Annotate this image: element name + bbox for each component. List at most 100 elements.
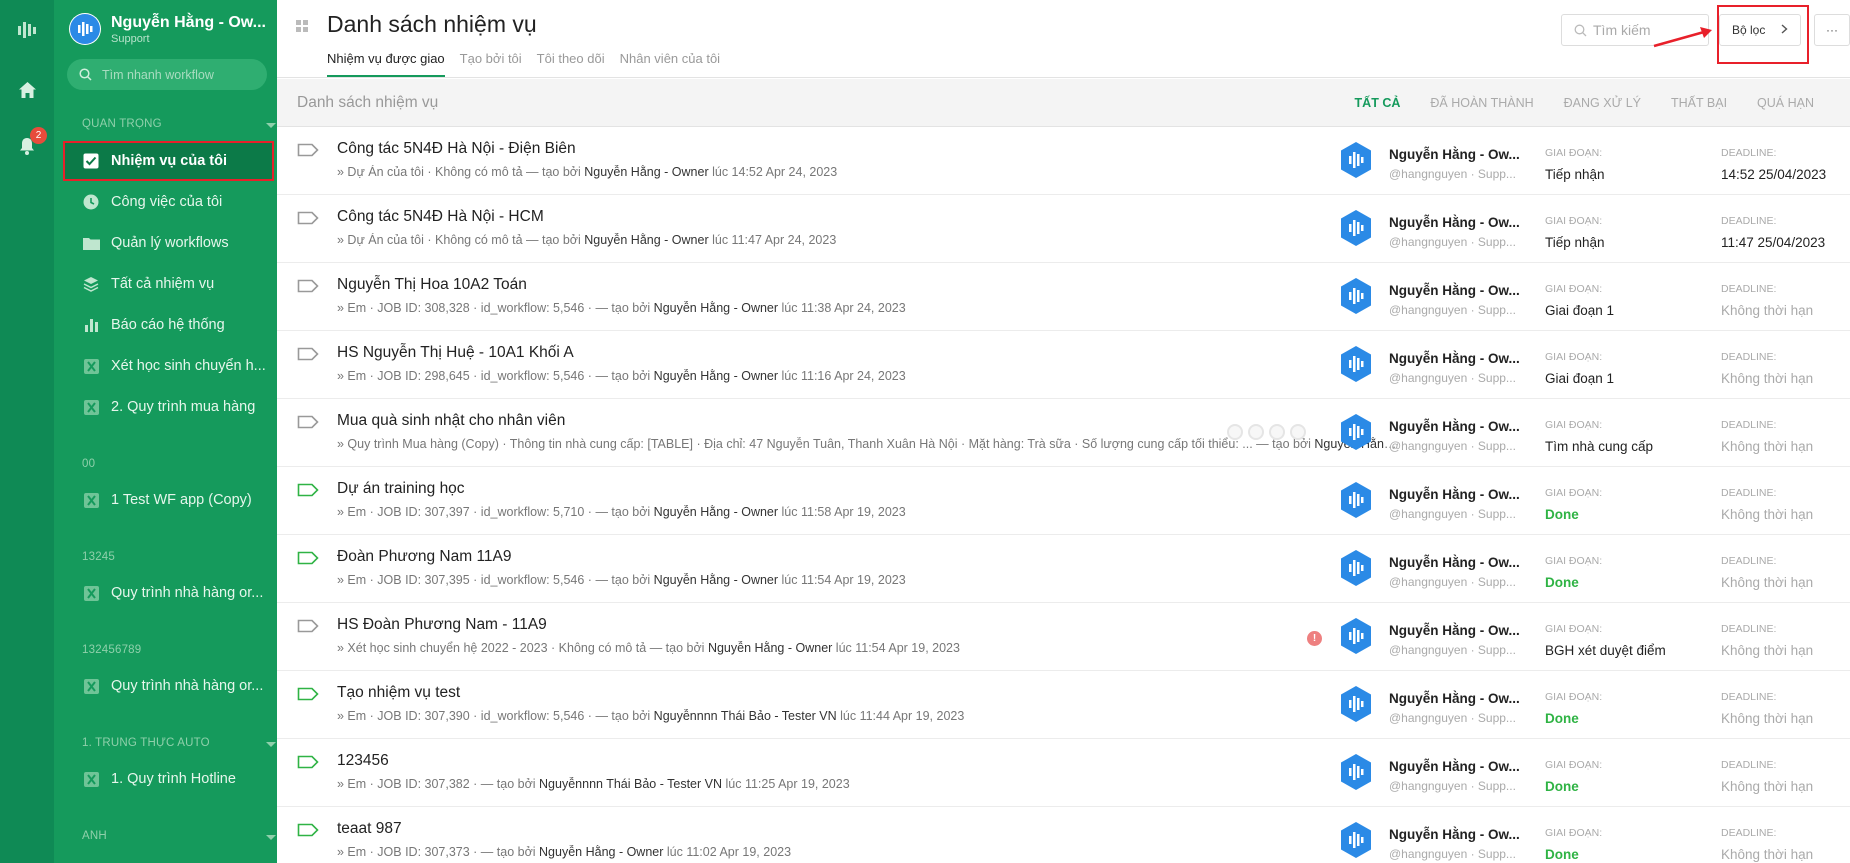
more-button[interactable]: ··· xyxy=(1814,14,1850,46)
stage-value: BGH xét duyệt điểm xyxy=(1545,643,1666,658)
list-title: Danh sách nhiệm vụ xyxy=(297,94,439,111)
app-logo-icon[interactable] xyxy=(0,18,54,42)
task-title[interactable]: HS Đoàn Phương Nam - 11A9 xyxy=(337,616,547,634)
assignee-avatar-icon[interactable] xyxy=(1339,617,1373,660)
home-icon[interactable] xyxy=(0,78,54,102)
status-tab-failed[interactable]: THẤT BẠI xyxy=(1671,96,1727,110)
tab-created-by-me[interactable]: Tạo bởi tôi xyxy=(460,51,522,77)
task-time: lúc 11:25 Apr 19, 2023 xyxy=(722,777,850,791)
sidebar-item-reports[interactable]: Báo cáo hệ thống xyxy=(82,313,268,337)
task-title[interactable]: Tạo nhiệm vụ test xyxy=(337,684,460,702)
stage-value: Done xyxy=(1545,575,1579,590)
clock-icon xyxy=(82,193,100,211)
chevron-down-icon[interactable] xyxy=(266,742,276,747)
assignee-avatar-icon[interactable] xyxy=(1339,141,1373,184)
task-meta: » Xét học sinh chuyển hệ 2022 - 2023 · K… xyxy=(337,641,1397,655)
task-title[interactable]: 123456 xyxy=(337,752,389,770)
sidebar-item-workflows[interactable]: Quản lý workflows xyxy=(82,231,268,255)
task-row[interactable]: HS Nguyễn Thị Huệ - 10A1 Khối A » Em · JO… xyxy=(277,331,1850,399)
assignee-avatar-icon[interactable] xyxy=(1339,481,1373,524)
status-tab-all[interactable]: TẤT CẢ xyxy=(1355,96,1401,110)
assignee-avatar-icon[interactable] xyxy=(1339,277,1373,320)
status-tab-overdue[interactable]: QUÁ HẠN xyxy=(1757,96,1814,110)
assignee-avatar-icon[interactable] xyxy=(1339,821,1373,863)
status-tab-processing[interactable]: ĐANG XỬ LÝ xyxy=(1564,96,1641,110)
assignee-name: Nguyễn Hằng - Ow... xyxy=(1389,691,1520,706)
sidebar-item-test-wf[interactable]: 1 Test WF app (Copy) xyxy=(82,488,268,512)
task-title[interactable]: teaat 987 xyxy=(337,820,402,838)
task-title[interactable]: Mua quà sinh nhật cho nhân viên xyxy=(337,412,565,430)
assignee-avatar-icon[interactable] xyxy=(1339,345,1373,388)
warning-icon[interactable]: ! xyxy=(1307,631,1322,646)
task-row[interactable]: 123456 » Em · JOB ID: 307,382 · — tạo bởi… xyxy=(277,739,1850,807)
task-row[interactable]: HS Đoàn Phương Nam - 11A9 » Xét học sinh … xyxy=(277,603,1850,671)
task-row[interactable]: Mua quà sinh nhật cho nhân viên » Quy trì… xyxy=(277,399,1850,467)
org-switcher[interactable]: Nguyễn Hằng - Ow... Support xyxy=(69,13,266,45)
loading-dot xyxy=(1248,424,1264,440)
assignee-avatar-icon[interactable] xyxy=(1339,549,1373,592)
tab-assigned[interactable]: Nhiệm vụ được giao xyxy=(327,51,445,77)
view-tabs: Nhiệm vụ được giao Tạo bởi tôi Tôi theo … xyxy=(327,51,735,77)
task-row[interactable]: teaat 987 » Em · JOB ID: 307,373 · — tạo … xyxy=(277,807,1850,863)
workflow-search-input[interactable]: Tìm nhanh workflow xyxy=(67,59,267,90)
assignee-handle: @hangnguyen · Supp... xyxy=(1389,371,1516,385)
chevron-down-icon[interactable] xyxy=(266,835,276,840)
sidebar-item-all-tasks[interactable]: Tất cả nhiệm vụ xyxy=(82,272,268,296)
task-creator: Nguyễn Hằng - Owner xyxy=(653,301,779,315)
search-icon xyxy=(79,68,92,81)
status-tabs: TẤT CẢ ĐÃ HOÀN THÀNH ĐANG XỬ LÝ THẤT BẠI… xyxy=(1325,96,1814,110)
task-title[interactable]: Công tác 5N4Đ Hà Nội - Điện Biên xyxy=(337,140,576,158)
task-row[interactable]: Tạo nhiệm vụ test » Em · JOB ID: 307,390 … xyxy=(277,671,1850,739)
assignee-avatar-icon[interactable] xyxy=(1339,413,1373,456)
tag-icon xyxy=(297,143,319,162)
assignee-avatar-icon[interactable] xyxy=(1339,753,1373,796)
page-title: Danh sách nhiệm vụ xyxy=(327,11,537,37)
section-anh-label: ANH xyxy=(82,830,107,842)
section-00-label: 00 xyxy=(82,458,96,470)
task-title[interactable]: Đoàn Phương Nam 11A9 xyxy=(337,548,512,566)
loading-dot xyxy=(1227,424,1243,440)
stage-label: GIAI ĐOẠN: xyxy=(1545,555,1603,567)
sidebar-item-restaurant-2[interactable]: Quy trình nhà hàng or... xyxy=(82,674,268,698)
sidebar-item-restaurant-1[interactable]: Quy trình nhà hàng or... xyxy=(82,581,268,605)
stage-label: GIAI ĐOẠN: xyxy=(1545,487,1603,499)
task-row[interactable]: Nguyễn Thị Hoa 10A2 Toán » Em · JOB ID: 3… xyxy=(277,263,1850,331)
task-title[interactable]: HS Nguyễn Thị Huệ - 10A1 Khối A xyxy=(337,344,574,362)
assignee-avatar-icon[interactable] xyxy=(1339,209,1373,252)
deadline-label: DEADLINE: xyxy=(1721,419,1777,431)
task-row[interactable]: Công tác 5N4Đ Hà Nội - HCM » Dự Án của tô… xyxy=(277,195,1850,263)
grid-icon[interactable] xyxy=(296,19,308,37)
task-creator: Nguyễn Hằng - Owner xyxy=(584,165,709,179)
sidebar-item-label: Quy trình nhà hàng or... xyxy=(111,678,264,694)
task-row[interactable]: Đoàn Phương Nam 11A9 » Em · JOB ID: 307,3… xyxy=(277,535,1850,603)
sidebar-item-purchase-process[interactable]: 2. Quy trình mua hàng xyxy=(82,395,268,419)
assignee-handle: @hangnguyen · Supp... xyxy=(1389,575,1516,589)
task-creator: Nguyễn Hằng - Owner xyxy=(584,233,709,247)
stage-label: GIAI ĐOẠN: xyxy=(1545,215,1603,227)
stage-value: Done xyxy=(1545,847,1579,862)
task-meta: » Em · JOB ID: 308,328 · id_workflow: 5,… xyxy=(337,301,1397,315)
tab-my-staff[interactable]: Nhân viên của tôi xyxy=(620,51,720,77)
deadline-label: DEADLINE: xyxy=(1721,487,1777,499)
deadline-label: DEADLINE: xyxy=(1721,827,1777,839)
sidebar-item-student-transfer[interactable]: Xét học sinh chuyển h... xyxy=(82,354,268,378)
chevron-down-icon[interactable] xyxy=(266,123,276,128)
sidebar-item-hotline[interactable]: 1. Quy trình Hotline xyxy=(82,767,268,791)
tab-following[interactable]: Tôi theo dõi xyxy=(537,51,605,77)
deadline-value: Không thời hạn xyxy=(1721,847,1814,862)
task-title[interactable]: Dự án training học xyxy=(337,480,465,498)
task-meta: » Dự Án của tôi · Không có mô tả — tạo b… xyxy=(337,165,1397,179)
notification-badge: 2 xyxy=(30,127,47,144)
task-time: lúc 11:16 Apr 24, 2023 xyxy=(778,369,906,383)
section-13245-label: 13245 xyxy=(82,551,115,563)
task-row[interactable]: Công tác 5N4Đ Hà Nội - Điện Biên » Dự Án … xyxy=(277,127,1850,195)
task-row[interactable]: Dự án training học » Em · JOB ID: 307,397… xyxy=(277,467,1850,535)
assignee-avatar-icon[interactable] xyxy=(1339,685,1373,728)
bar-chart-icon xyxy=(82,316,100,334)
sidebar-item-my-work[interactable]: Công việc của tôi xyxy=(82,190,268,214)
task-title[interactable]: Nguyễn Thị Hoa 10A2 Toán xyxy=(337,276,527,294)
task-title[interactable]: Công tác 5N4Đ Hà Nội - HCM xyxy=(337,208,544,226)
section-132456789-label: 132456789 xyxy=(82,644,142,656)
top-bar: Danh sách nhiệm vụ Nhiệm vụ được giao Tạ… xyxy=(277,0,1850,78)
status-tab-completed[interactable]: ĐÃ HOÀN THÀNH xyxy=(1430,96,1533,110)
